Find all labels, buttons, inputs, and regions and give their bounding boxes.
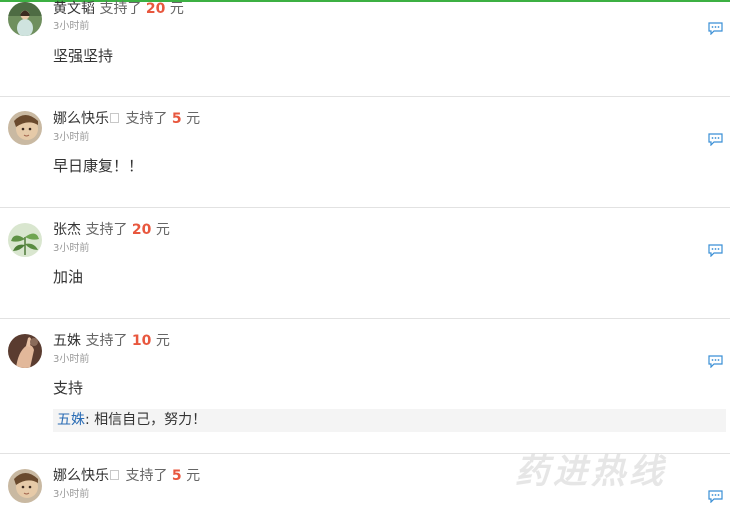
- comment-message: 坚强坚持: [53, 47, 114, 65]
- support-amount: 20: [131, 222, 152, 238]
- support-verb: 支持了: [85, 333, 128, 349]
- comment-message: 支持: [53, 379, 84, 397]
- support-verb: 支持了: [125, 111, 168, 127]
- reply-author[interactable]: 五姝: [57, 412, 85, 428]
- currency-unit: 元: [155, 222, 170, 238]
- comment-bubble-icon[interactable]: [708, 131, 723, 147]
- support-verb: 支持了: [99, 1, 142, 17]
- currency-unit: 元: [169, 1, 184, 17]
- missing-glyph-box: [110, 470, 119, 480]
- comment-item: 张杰 支持了 20 元 3小时前 加油: [0, 208, 730, 319]
- comment-item: 五姝 支持了 10 元 3小时前 支持 五姝: 相信自己，努力！: [0, 319, 730, 454]
- support-amount: 10: [131, 333, 152, 349]
- supporter-name[interactable]: 黄文韬: [53, 1, 95, 17]
- supporter-line: 娜么快乐 支持了 5 元: [53, 467, 200, 485]
- supporter-line: 娜么快乐 支持了 5 元: [53, 110, 200, 128]
- supporter-name[interactable]: 五姝: [53, 333, 81, 349]
- watermark: 药进热线: [515, 452, 667, 492]
- supporter-line: 张杰 支持了 20 元: [53, 221, 170, 239]
- avatar[interactable]: [8, 334, 42, 368]
- comment-message: 早日康复！！: [53, 157, 144, 175]
- missing-glyph-box: [110, 113, 119, 123]
- comment-time: 3小时前: [53, 132, 90, 143]
- avatar[interactable]: [8, 111, 42, 145]
- reply-box: 五姝: 相信自己，努力！: [53, 409, 726, 432]
- comment-time: 3小时前: [53, 243, 90, 254]
- currency-unit: 元: [186, 468, 201, 484]
- avatar[interactable]: [8, 2, 42, 36]
- support-verb: 支持了: [125, 468, 168, 484]
- avatar[interactable]: [8, 223, 42, 257]
- avatar[interactable]: [8, 469, 42, 503]
- comment-bubble-icon[interactable]: [708, 353, 723, 369]
- comment-time: 3小时前: [53, 489, 90, 500]
- support-amount: 5: [171, 111, 182, 127]
- comment-item: 娜么快乐 支持了 5 元 3小时前 早日康复！！: [0, 97, 730, 208]
- reply-text: 相信自己，努力！: [94, 412, 207, 428]
- supporter-line: 黄文韬 支持了 20 元: [53, 0, 184, 18]
- supporter-name[interactable]: 娜么快乐: [53, 468, 109, 484]
- reply-colon: :: [85, 412, 95, 428]
- comment-time: 3小时前: [53, 21, 90, 32]
- comment-message: 加油: [53, 268, 84, 286]
- support-amount: 20: [145, 1, 166, 17]
- comment-bubble-icon[interactable]: [708, 242, 723, 258]
- support-verb: 支持了: [85, 222, 128, 238]
- comment-item: 黄文韬 支持了 20 元 3小时前 坚强坚持: [0, 0, 730, 97]
- comment-bubble-icon[interactable]: [708, 20, 723, 36]
- currency-unit: 元: [186, 111, 201, 127]
- support-amount: 5: [171, 468, 182, 484]
- currency-unit: 元: [155, 333, 170, 349]
- supporter-line: 五姝 支持了 10 元: [53, 332, 170, 350]
- supporter-name[interactable]: 娜么快乐: [53, 111, 109, 127]
- comment-time: 3小时前: [53, 354, 90, 365]
- supporter-name[interactable]: 张杰: [53, 222, 81, 238]
